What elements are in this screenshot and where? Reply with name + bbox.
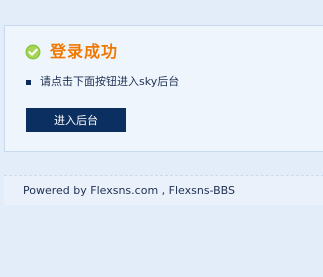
login-success-panel: 登录成功 请点击下面按钮进入sky后台 进入后台 <box>4 25 323 152</box>
footer-separator: , <box>158 184 169 197</box>
instruction-text: 请点击下面按钮进入sky后台 <box>40 75 180 88</box>
enter-admin-button[interactable]: 进入后台 <box>26 108 126 132</box>
instruction-row: 请点击下面按钮进入sky后台 <box>26 75 179 89</box>
footer: Powered by Flexsns.com , Flexsns-BBS <box>4 175 323 205</box>
flexsns-site-link[interactable]: Flexsns.com <box>90 184 158 197</box>
flexsns-bbs-link[interactable]: Flexsns-BBS <box>169 184 235 197</box>
footer-line: Powered by Flexsns.com , Flexsns-BBS <box>23 184 235 198</box>
title-row: 登录成功 <box>25 42 118 62</box>
check-circle-icon <box>25 44 41 60</box>
powered-by-text: Powered by <box>23 184 91 197</box>
success-title: 登录成功 <box>50 42 119 61</box>
bullet-icon <box>26 79 31 85</box>
